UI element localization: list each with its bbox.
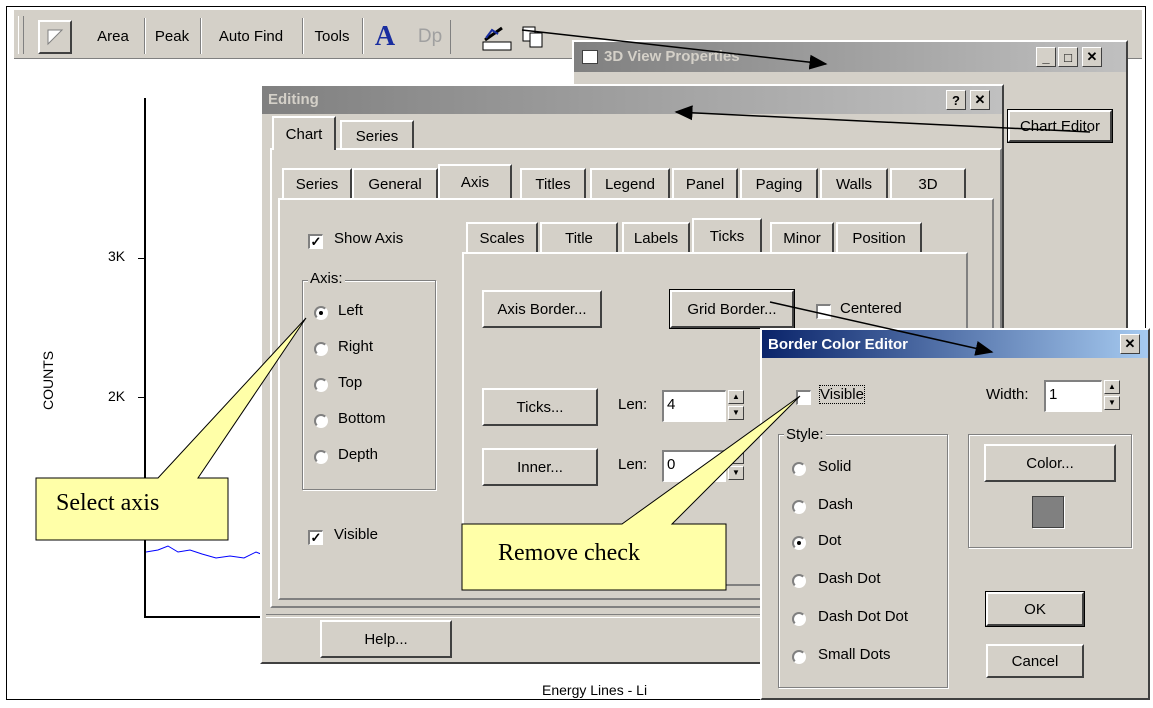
arrow-to-border-editor (769, 301, 994, 356)
arrow-to-editing (674, 105, 1091, 133)
arrow-to-view-properties (521, 29, 828, 70)
annotation-overlay (35, 29, 1091, 591)
tab-axis[interactable]: Axis (438, 164, 512, 198)
select-axis-callout: Select axis (56, 490, 160, 516)
subtab-ticks[interactable]: Ticks (692, 218, 762, 252)
remove-check-callout: Remove check (498, 540, 640, 566)
tab-chart[interactable]: Chart (272, 116, 336, 150)
